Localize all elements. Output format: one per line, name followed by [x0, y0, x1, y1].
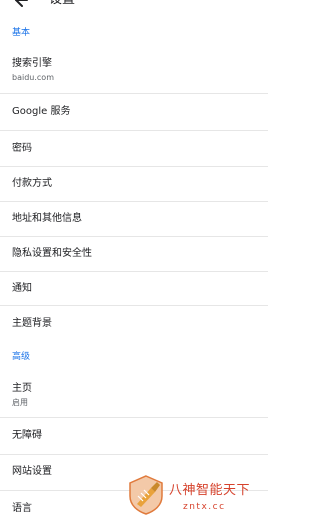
- settings-item-label: 付款方式: [12, 178, 52, 189]
- settings-item-search-engine[interactable]: 搜索引擎 baidu.com: [0, 42, 268, 94]
- settings-item-label: 通知: [12, 283, 32, 294]
- settings-item-label: Google 服务: [12, 106, 71, 117]
- settings-page: 设置 基本 搜索引擎 baidu.com Google 服务 密码 付款方式 地…: [0, 0, 268, 528]
- settings-item-label: 地址和其他信息: [12, 213, 82, 224]
- settings-item-addresses[interactable]: 地址和其他信息: [0, 202, 268, 237]
- watermark: 八神智能天下 zntx.cc: [125, 474, 268, 520]
- settings-item-themes[interactable]: 主题背景: [0, 306, 268, 342]
- settings-item-label: 网站设置: [12, 466, 52, 477]
- settings-item-value: baidu.com: [12, 73, 54, 82]
- section-header-basic: 基本: [12, 28, 31, 38]
- settings-item-label: 搜索引擎: [12, 58, 52, 69]
- settings-item-notifications[interactable]: 通知: [0, 272, 268, 306]
- settings-item-label: 隐私设置和安全性: [12, 248, 92, 259]
- settings-item-payment-methods[interactable]: 付款方式: [0, 167, 268, 202]
- settings-item-google-services[interactable]: Google 服务: [0, 94, 268, 131]
- settings-item-value: 启用: [12, 398, 28, 407]
- settings-item-accessibility[interactable]: 无障碍: [0, 418, 268, 455]
- settings-item-label: 语言: [12, 503, 32, 514]
- app-bar: 设置: [0, 0, 268, 8]
- settings-item-homepage[interactable]: 主页 启用: [0, 367, 268, 418]
- back-arrow-icon[interactable]: [10, 0, 30, 8]
- watermark-url: zntx.cc: [183, 502, 226, 512]
- settings-item-label: 主页: [12, 383, 32, 394]
- settings-item-label: 密码: [12, 143, 32, 154]
- settings-item-label: 主题背景: [12, 318, 52, 329]
- settings-item-label: 无障碍: [12, 430, 42, 441]
- section-header-advanced: 高级: [12, 352, 31, 362]
- page-title: 设置: [49, 0, 75, 8]
- watermark-title: 八神智能天下: [169, 483, 251, 498]
- settings-item-privacy-security[interactable]: 隐私设置和安全性: [0, 237, 268, 272]
- watermark-logo-icon: [129, 475, 163, 515]
- settings-item-passwords[interactable]: 密码: [0, 131, 268, 167]
